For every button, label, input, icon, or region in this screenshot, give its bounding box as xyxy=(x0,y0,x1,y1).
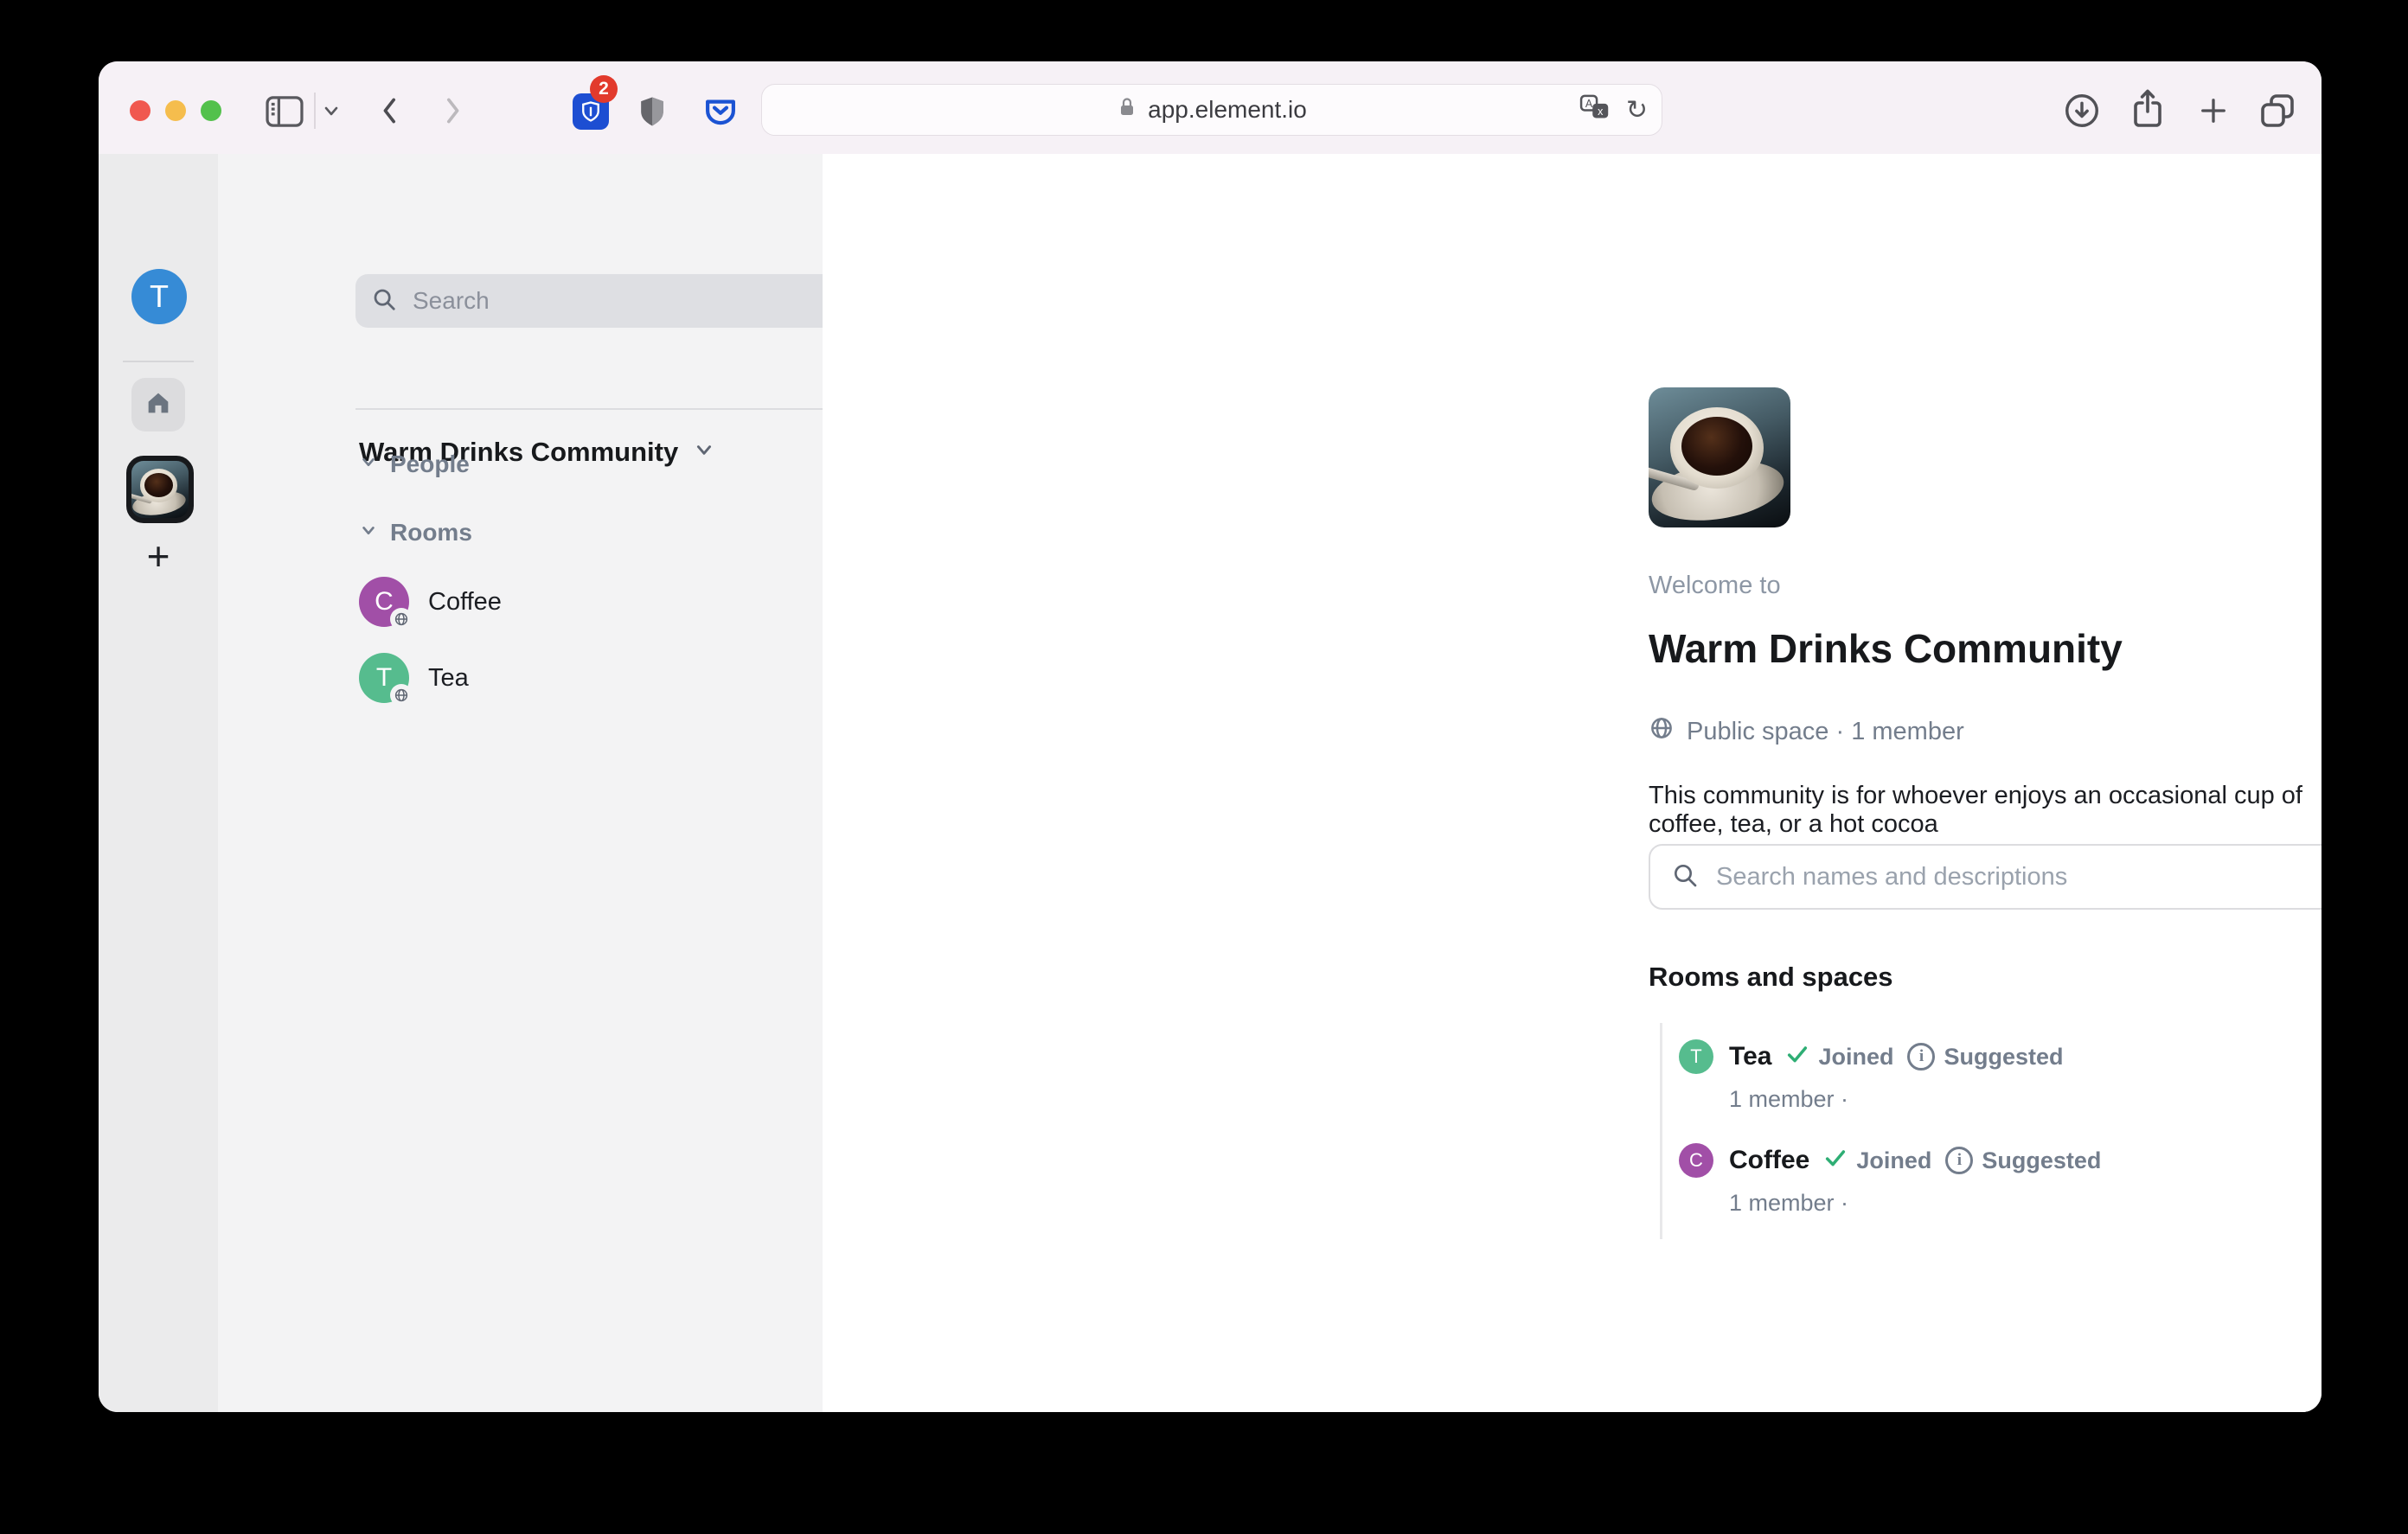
rooms-section-label: Rooms xyxy=(390,519,472,546)
space-avatar-image[interactable] xyxy=(1649,387,1790,527)
coffee-photo xyxy=(1649,387,1790,527)
lock-icon xyxy=(1117,95,1137,125)
toolbar-separator xyxy=(314,93,316,129)
sidebar-search-input[interactable] xyxy=(411,286,830,316)
forward-button[interactable] xyxy=(438,93,467,133)
check-icon xyxy=(1823,1146,1848,1176)
room-name: Coffee xyxy=(1729,1146,1809,1175)
address-bar[interactable]: app.element.io Ax ↻ xyxy=(761,84,1662,136)
spaces-rail: T + ⚙ xyxy=(99,154,218,1412)
room-avatar: T xyxy=(359,653,409,703)
room-member-count: 1 member · xyxy=(1729,1190,2322,1217)
room-avatar: C xyxy=(1679,1143,1713,1178)
chevron-down-icon xyxy=(359,455,378,475)
new-tab-icon[interactable] xyxy=(2195,93,2232,133)
info-icon: i xyxy=(1907,1043,1935,1071)
minimize-window-button[interactable] xyxy=(165,100,186,121)
welcome-label: Welcome to xyxy=(1649,572,1781,600)
url-text: app.element.io xyxy=(1148,96,1307,124)
people-section-label: People xyxy=(390,451,470,478)
public-globe-icon xyxy=(390,684,413,706)
search-icon xyxy=(1671,861,1699,893)
rail-divider xyxy=(123,361,194,362)
hierarchy-search[interactable] xyxy=(1649,844,2322,910)
room-avatar: T xyxy=(1679,1039,1713,1074)
reload-icon[interactable]: ↻ xyxy=(1626,95,1648,125)
tab-overview-icon[interactable] xyxy=(2257,90,2298,136)
suggested-badge: i Suggested xyxy=(1907,1043,2063,1071)
close-window-button[interactable] xyxy=(130,100,150,121)
room-list-sidebar: ⌘ K Warm Drinks Community + People + xyxy=(218,154,823,1412)
rooms-and-spaces-heading: Rooms and spaces xyxy=(1649,962,1893,993)
sidebar-toggle-icon[interactable] xyxy=(265,95,304,132)
shield-extension-icon[interactable] xyxy=(633,93,671,135)
page-title: Warm Drinks Community xyxy=(1649,625,2123,672)
globe-icon xyxy=(1649,715,1675,748)
room-member-count: 1 member · xyxy=(1729,1086,2322,1113)
joined-badge: Joined xyxy=(1785,1042,1893,1072)
sidebar-room-tea[interactable]: T Tea xyxy=(359,653,469,703)
space-description: This community is for whoever enjoys an … xyxy=(1649,782,2322,839)
joined-badge: Joined xyxy=(1823,1146,1931,1176)
suggested-badge: i Suggested xyxy=(1945,1147,2101,1174)
create-space-button[interactable]: + xyxy=(99,533,218,579)
hierarchy-row-tea[interactable]: T Tea Joined i Suggested 1 mem xyxy=(1679,1039,2322,1113)
home-icon xyxy=(144,388,173,422)
info-icon: i xyxy=(1945,1147,1973,1174)
zoom-window-button[interactable] xyxy=(201,100,221,121)
hierarchy-tree-line xyxy=(1660,1023,1662,1239)
extension-badge: 2 xyxy=(590,75,618,103)
translate-icon[interactable]: Ax xyxy=(1579,93,1611,127)
room-name: Tea xyxy=(1729,1042,1771,1071)
pocket-extension-icon[interactable] xyxy=(702,94,739,133)
share-icon[interactable] xyxy=(2127,87,2168,135)
check-icon xyxy=(1785,1042,1809,1072)
downloads-icon[interactable] xyxy=(2062,91,2102,135)
hierarchy-row-coffee[interactable]: C Coffee Joined i Suggested 1 xyxy=(1679,1143,2322,1217)
sidebar-room-coffee[interactable]: C Coffee xyxy=(359,577,502,627)
hierarchy-search-input[interactable] xyxy=(1714,862,2322,892)
coffee-photo xyxy=(131,461,189,518)
space-meta-text: Public space · 1 member xyxy=(1687,718,1964,746)
room-name: Tea xyxy=(428,664,469,693)
browser-window: 2 app.element.io Ax ↻ xyxy=(99,61,2322,1412)
space-home-panel: Spaces are a new feature. Give feedback.… xyxy=(823,154,2322,1412)
search-icon xyxy=(371,286,397,316)
browser-toolbar: 2 app.element.io Ax ↻ xyxy=(99,61,2322,155)
sidebar-menu-chevron-icon[interactable] xyxy=(320,103,343,125)
public-globe-icon xyxy=(390,608,413,630)
element-app: T + ⚙ xyxy=(99,154,2322,1412)
user-avatar[interactable]: T xyxy=(131,269,187,324)
chevron-down-icon xyxy=(359,523,378,543)
space-avatar-selected[interactable] xyxy=(126,456,194,523)
home-button[interactable] xyxy=(131,378,185,431)
back-button[interactable] xyxy=(375,93,405,133)
svg-text:A: A xyxy=(1585,98,1593,110)
desktop-background: 2 app.element.io Ax ↻ xyxy=(0,0,2408,1534)
svg-text:x: x xyxy=(1598,105,1604,118)
room-name: Coffee xyxy=(428,588,502,617)
space-meta: Public space · 1 member xyxy=(1649,714,1964,749)
room-avatar: C xyxy=(359,577,409,627)
